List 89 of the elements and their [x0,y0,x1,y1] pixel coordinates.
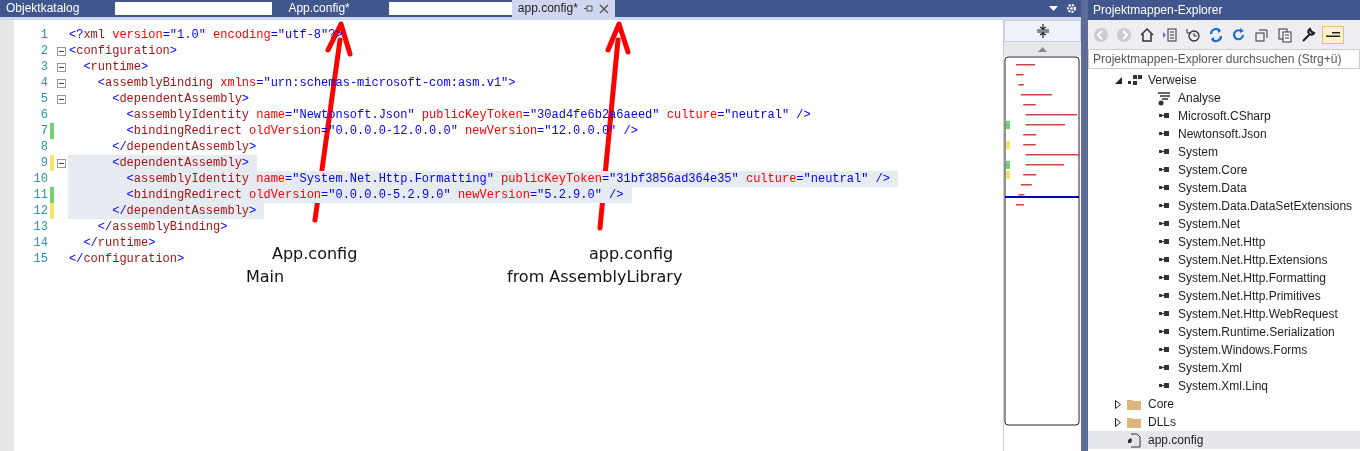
tree-item[interactable]: System.Net.Http.Primitives [1088,287,1360,305]
history-icon [1185,26,1201,43]
line-number: 9 [39,155,48,171]
tree-item[interactable]: DLLs [1088,413,1360,431]
panel-title: Projektmappen-Explorer [1088,0,1360,20]
line-number: 11 [32,187,48,203]
split-button[interactable] [1004,20,1081,42]
document-tab[interactable]: app.config* [511,0,615,17]
tree-item[interactable]: System.Net.Http.Extensions [1088,251,1360,269]
line-number: 2 [39,43,48,59]
line-number: 3 [39,59,48,75]
document-tab[interactable]: Objektkatalog [0,0,86,17]
scroll-up-icon[interactable] [1038,46,1047,52]
forward-icon [1116,26,1132,43]
dropdown-icon[interactable] [1049,6,1058,11]
collapse-icon[interactable] [56,94,66,104]
collapse-icon[interactable] [56,46,66,56]
close-icon[interactable] [598,3,609,14]
code-line: <configuration> [68,43,178,59]
search-field[interactable]: Projektmappen-Explorer durchsuchen (Strg+ü) [1088,49,1360,69]
code-line: <dependentAssembly> [111,91,250,107]
code-line: <runtime> [82,59,149,75]
tree-item[interactable]: System.Xml [1088,359,1360,377]
line-number: 1 [39,27,48,43]
home-icon [1139,26,1155,43]
copy-button[interactable] [1276,25,1294,44]
analyzer-icon [1156,90,1172,106]
annotation-text: App.config [272,243,358,265]
line-number: 5 [39,91,48,107]
collapsed-icon[interactable] [1115,417,1121,427]
annotation-text: app.config [589,243,674,265]
collapse-icon[interactable] [56,62,66,72]
line-number: 10 [32,171,48,187]
tree-item[interactable]: System.Net [1088,215,1360,233]
search-field[interactable] [388,2,512,15]
line-number: 12 [32,203,48,219]
tree-item[interactable]: Verweise [1088,71,1360,89]
tree-item[interactable]: Analyse [1088,89,1360,107]
expanded-icon[interactable] [1114,76,1122,84]
document-tab[interactable]: App.config* [282,0,356,17]
tree-item[interactable]: System.Net.Http [1088,233,1360,251]
tree-item[interactable]: System.Net.Http.Formatting [1088,269,1360,287]
references-icon [1126,72,1142,88]
tree-item[interactable]: Core [1088,395,1360,413]
collapse-icon[interactable] [56,78,66,88]
preview-button[interactable] [1322,25,1344,44]
tree-item[interactable]: System.Core [1088,161,1360,179]
sync-button[interactable] [1207,25,1225,44]
code-line: </configuration> [68,251,185,267]
collapse-all-icon [1254,26,1270,43]
tree-item[interactable]: System.Data.DataSetExtensions [1088,197,1360,215]
line-number: 15 [32,251,48,267]
line-number: 4 [39,75,48,91]
line-number: 8 [39,139,48,155]
sync-icon [1208,26,1224,43]
tree-item[interactable]: System [1088,143,1360,161]
home-button[interactable] [1138,25,1156,44]
tree-item[interactable]: app.config [1088,431,1360,449]
line-number: 13 [32,219,48,235]
solution-button[interactable] [1161,25,1179,44]
tree-item[interactable]: Newtonsoft.Json [1088,125,1360,143]
settings-icon[interactable] [1066,3,1077,14]
code-line: <?xml version="1.0" encoding="utf-8"?> [68,27,343,43]
collapsed-icon[interactable] [1115,399,1121,409]
wrench-icon [1300,26,1316,43]
collapse-icon[interactable] [56,158,66,168]
split-icon [1036,24,1049,38]
code-line: </runtime> [82,235,156,251]
line-number: 7 [39,123,48,139]
refresh-icon [1231,26,1247,43]
preview-icon [1326,32,1340,37]
search-field[interactable] [115,2,273,15]
tree-item[interactable]: System.Windows.Forms [1088,341,1360,359]
config-file-icon [1126,432,1142,448]
back-icon [1093,26,1109,43]
annotation-text: from AssemblyLibrary [507,266,683,288]
tree-item[interactable]: System.Net.Http.WebRequest [1088,305,1360,323]
code-line: </assemblyBinding> [96,219,228,235]
tree-item[interactable]: System.Data [1088,179,1360,197]
tree-item[interactable]: Microsoft.CSharp [1088,107,1360,125]
tree-item[interactable]: System.Xml.Linq [1088,377,1360,395]
copy-icon [1277,26,1293,43]
solution-icon [1162,26,1178,43]
line-number: 14 [32,235,48,251]
annotation-text: Main [246,266,285,288]
pin-icon[interactable] [583,4,593,13]
code-line: </dependentAssembly> [111,139,257,155]
tree-item[interactable]: System.Runtime.Serialization [1088,323,1360,341]
line-number: 6 [39,107,48,123]
